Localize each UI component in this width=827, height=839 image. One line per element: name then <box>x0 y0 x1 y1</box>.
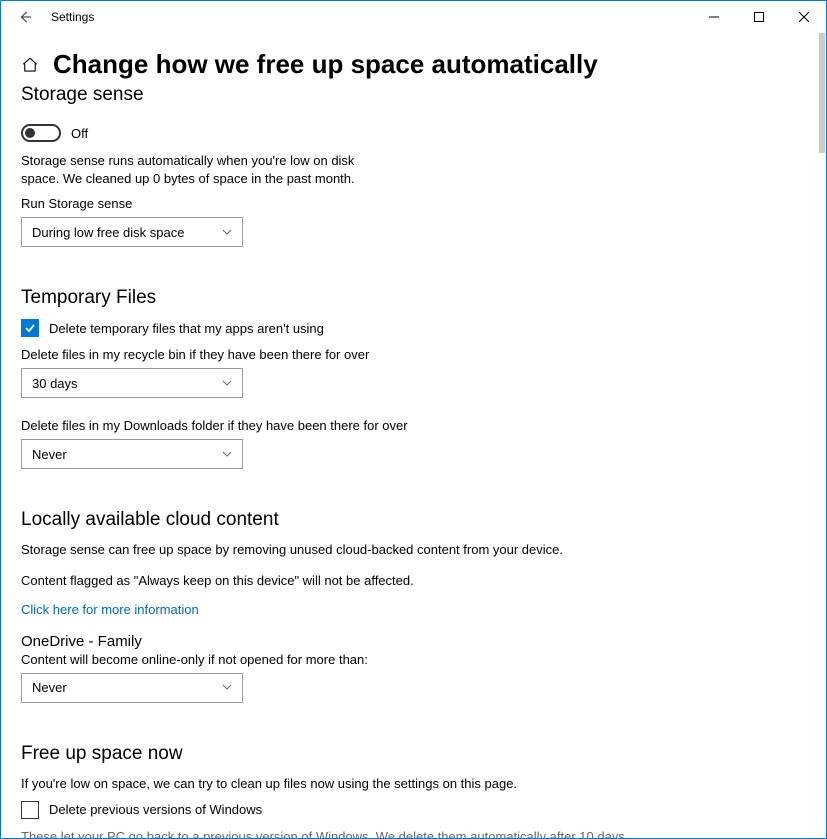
run-storage-sense-value: During low free disk space <box>32 225 184 240</box>
maximize-icon <box>754 12 764 22</box>
storage-sense-toggle[interactable] <box>21 124 61 142</box>
scrollbar-thumb[interactable] <box>819 33 825 153</box>
arrow-left-icon <box>18 10 32 24</box>
cloud-desc1: Storage sense can free up space by remov… <box>21 541 621 559</box>
window-controls <box>691 1 826 33</box>
chevron-down-icon <box>222 447 232 462</box>
cloud-content-heading: Locally available cloud content <box>21 509 806 531</box>
onedrive-select[interactable]: Never <box>21 673 243 703</box>
storage-sense-description: Storage sense runs automatically when yo… <box>21 152 381 188</box>
titlebar: Settings <box>1 1 826 33</box>
back-button[interactable] <box>9 1 41 33</box>
window-title: Settings <box>51 10 94 24</box>
downloads-select[interactable]: Never <box>21 439 243 469</box>
delete-prev-windows-checkbox[interactable] <box>21 801 39 819</box>
temp-files-checkbox[interactable] <box>21 319 39 337</box>
downloads-value: Never <box>32 447 67 462</box>
cloud-desc2: Content flagged as "Always keep on this … <box>21 572 621 590</box>
minimize-button[interactable] <box>691 1 736 33</box>
recycle-bin-value: 30 days <box>32 376 78 391</box>
close-icon <box>799 12 809 22</box>
chevron-down-icon <box>222 680 232 695</box>
close-button[interactable] <box>781 1 826 33</box>
onedrive-heading: OneDrive - Family <box>21 633 806 650</box>
downloads-label: Delete files in my Downloads folder if t… <box>21 418 806 433</box>
maximize-button[interactable] <box>736 1 781 33</box>
temporary-files-heading: Temporary Files <box>21 287 806 309</box>
run-storage-sense-select[interactable]: During low free disk space <box>21 217 243 247</box>
storage-sense-toggle-row: Off <box>21 124 806 142</box>
check-icon <box>24 322 36 334</box>
onedrive-desc: Content will become online-only if not o… <box>21 652 806 667</box>
onedrive-value: Never <box>32 680 67 695</box>
minimize-icon <box>709 12 719 22</box>
free-up-desc: If you're low on space, we can try to cl… <box>21 775 621 793</box>
toggle-knob <box>25 128 35 138</box>
recycle-bin-select[interactable]: 30 days <box>21 368 243 398</box>
delete-prev-windows-label: Delete previous versions of Windows <box>49 802 262 817</box>
chevron-down-icon <box>222 225 232 240</box>
page-title: Change how we free up space automaticall… <box>53 49 598 80</box>
storage-sense-heading: Storage sense <box>21 84 806 106</box>
cloud-info-link[interactable]: Click here for more information <box>21 602 199 617</box>
run-storage-sense-label: Run Storage sense <box>21 196 806 211</box>
temp-files-checkbox-label: Delete temporary files that my apps aren… <box>49 321 324 336</box>
page-header: Change how we free up space automaticall… <box>21 49 806 80</box>
free-up-note: These let your PC go back to a previous … <box>21 829 806 838</box>
home-icon <box>21 56 39 74</box>
chevron-down-icon <box>222 376 232 391</box>
delete-prev-windows-row: Delete previous versions of Windows <box>21 801 806 819</box>
free-up-heading: Free up space now <box>21 743 806 765</box>
temp-files-checkbox-row: Delete temporary files that my apps aren… <box>21 319 806 337</box>
content-area: Change how we free up space automaticall… <box>1 33 826 838</box>
storage-sense-toggle-label: Off <box>71 126 88 141</box>
recycle-bin-label: Delete files in my recycle bin if they h… <box>21 347 806 362</box>
